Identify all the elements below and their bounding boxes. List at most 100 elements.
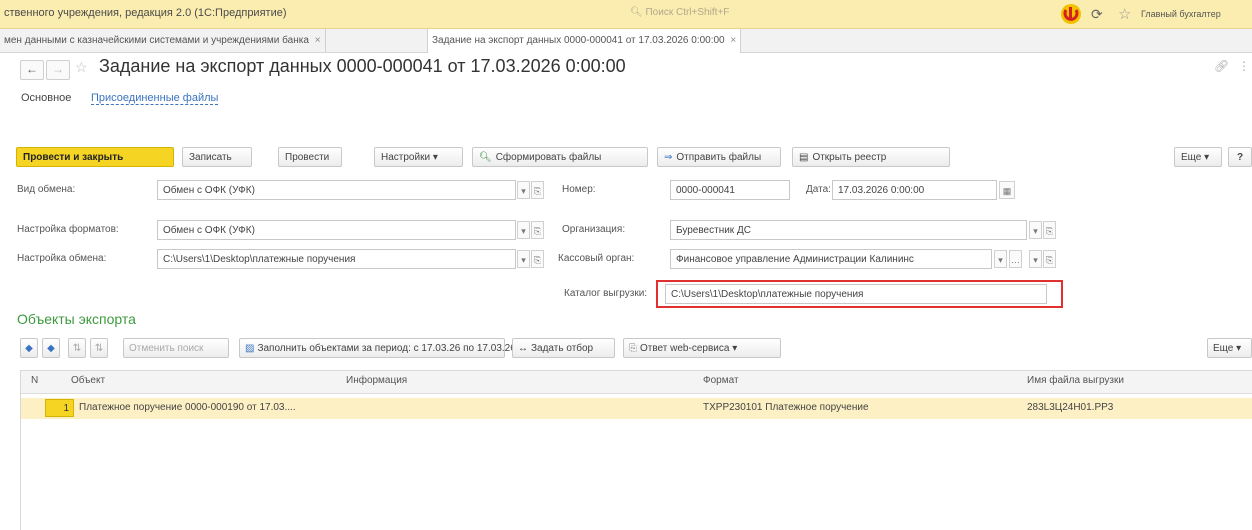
1c-logo-icon [1061, 4, 1081, 24]
fill-icon: ▨ [245, 343, 255, 354]
subnav-attached-files[interactable]: Присоединенные файлы [91, 92, 219, 105]
cancel-search-button[interactable]: Отменить поиск [123, 338, 229, 358]
date-field[interactable]: 17.03.2026 0:00:00 [832, 180, 997, 200]
set-filter-label: Задать отбор [531, 343, 594, 354]
dropdown-arrow-icon[interactable]: ▾ [1029, 250, 1042, 268]
chevron-down-icon: ▾ [432, 152, 438, 163]
column-header-info[interactable]: Информация [346, 375, 407, 386]
organization-field[interactable]: Буревестник ДС [670, 220, 1027, 240]
highlight-frame [656, 280, 1063, 308]
search-placeholder: Поиск Ctrl+Shift+F [645, 7, 730, 18]
exchange-settings-field[interactable]: C:\Users\1\Desktop\платежные поручения [157, 249, 516, 269]
chevron-down-icon: ▾ [1236, 343, 1242, 354]
title-bar: ственного учреждения, редакция 2.0 (1С:П… [0, 0, 1252, 29]
number-label: Номер: [562, 184, 596, 195]
open-link-icon[interactable]: ⎘ [1043, 221, 1056, 239]
link-icon: ⎘ [629, 343, 637, 354]
filter-icon: ↔ [518, 343, 528, 354]
exchange-type-label: Вид обмена: [17, 184, 76, 195]
history-icon[interactable]: ⟳ [1091, 6, 1103, 23]
organization-label: Организация: [562, 224, 626, 235]
close-icon[interactable]: × [315, 35, 321, 46]
fill-period-button[interactable]: ▨ Заполнить объектами за период: с 17.03.… [239, 338, 516, 358]
close-icon[interactable]: × [730, 35, 736, 46]
open-link-icon[interactable]: ⎘ [1043, 250, 1056, 268]
number-field[interactable]: 0000-000041 [670, 180, 790, 200]
app-title: ственного учреждения, редакция 2.0 (1С:П… [4, 7, 287, 19]
open-link-icon[interactable]: ⎘ [531, 181, 544, 199]
exchange-type-field[interactable]: Обмен с ОФК (УФК) [157, 180, 516, 200]
registry-icon: ▤ [799, 152, 809, 163]
row-object: Платежное поручение 0000-000190 от 17.03… [79, 402, 296, 413]
sort-desc-icon[interactable]: ⇅ [90, 338, 108, 358]
calendar-icon[interactable]: ▦ [999, 181, 1015, 199]
row-filename: 283L3Ц24H01.PP3 [1027, 402, 1114, 413]
post-and-close-button[interactable]: Провести и закрыть [16, 147, 174, 167]
date-label: Дата: [806, 184, 831, 195]
table-row[interactable]: 1 Платежное поручение 0000-000190 от 17.… [21, 398, 1252, 419]
formats-label: Настройка форматов: [17, 224, 119, 235]
dropdown-arrow-icon[interactable]: ▾ [517, 221, 530, 239]
forward-button[interactable]: → [46, 60, 70, 80]
move-up-icon[interactable]: ◆ [20, 338, 38, 358]
tab-label: Задание на экспорт данных 0000-000041 от… [432, 35, 725, 46]
cash-authority-label: Кассовый орган: [558, 253, 635, 264]
more-vertical-icon[interactable]: ⋮ [1238, 59, 1250, 73]
current-user[interactable]: Главный бухгалтер [1141, 9, 1221, 19]
dropdown-arrow-icon[interactable]: ▾ [1029, 221, 1042, 239]
more-label: Еще [1181, 152, 1202, 163]
dropdown-arrow-icon[interactable]: ▾ [517, 181, 530, 199]
settings-label: Настройки [381, 152, 431, 163]
dropdown-arrow-icon[interactable]: ▾ [994, 250, 1007, 268]
open-link-icon[interactable]: ⎘ [531, 221, 544, 239]
open-link-icon[interactable]: ⎘ [531, 250, 544, 268]
send-icon: ⇒ [664, 152, 673, 163]
more-button[interactable]: Еще ▾ [1174, 147, 1222, 167]
objects-table[interactable]: N Объект Информация Формат Имя файла выг… [20, 370, 1252, 530]
generate-files-button[interactable]: 🔍︎ Сформировать файлы [472, 147, 648, 167]
link-icon[interactable]: 🔗︎ [1214, 59, 1229, 73]
chevron-down-icon: ▾ [732, 343, 738, 354]
column-header-object[interactable]: Объект [71, 375, 105, 386]
help-button[interactable]: ? [1228, 147, 1252, 167]
search-icon: 🔍︎ [479, 152, 492, 163]
select-ellipsis-icon[interactable]: … [1009, 250, 1022, 268]
cash-authority-field[interactable]: Финансовое управление Администрации Кали… [670, 249, 992, 269]
save-button[interactable]: Записать [182, 147, 252, 167]
favorites-icon[interactable]: ☆ [1118, 5, 1131, 23]
web-response-button[interactable]: ⎘ Ответ web-сервиса ▾ [623, 338, 781, 358]
more-label: Еще [1213, 343, 1234, 354]
page-title: Задание на экспорт данных 0000-000041 от… [99, 56, 626, 76]
settings-dropdown-button[interactable]: Настройки ▾ [374, 147, 463, 167]
subnav-main[interactable]: Основное [21, 92, 71, 104]
export-catalog-label: Каталог выгрузки: [564, 288, 648, 299]
column-header-filename[interactable]: Имя файла выгрузки [1027, 375, 1124, 386]
move-down-icon[interactable]: ◆ [42, 338, 60, 358]
tab-label: мен данными с казначейскими системами и … [4, 35, 309, 46]
objects-more-button[interactable]: Еще ▾ [1207, 338, 1252, 358]
tab-exchange[interactable]: мен данными с казначейскими системами и … [0, 29, 326, 52]
section-title: Объекты экспорта [17, 311, 136, 327]
generate-files-label: Сформировать файлы [495, 152, 602, 163]
open-registry-label: Открыть реестр [812, 152, 887, 163]
open-tabs-bar: мен данными с казначейскими системами и … [0, 29, 1252, 53]
open-registry-button[interactable]: ▤ Открыть реестр [792, 147, 950, 167]
column-header-n[interactable]: N [31, 375, 38, 386]
dropdown-arrow-icon[interactable]: ▾ [517, 250, 530, 268]
table-header: N Объект Информация Формат Имя файла выг… [21, 371, 1252, 394]
send-files-button[interactable]: ⇒ Отправить файлы [657, 147, 781, 167]
fill-period-label: Заполнить объектами за период: с 17.03.2… [257, 343, 516, 354]
favorite-star-icon[interactable]: ☆ [75, 59, 88, 76]
formats-field[interactable]: Обмен с ОФК (УФК) [157, 220, 516, 240]
column-header-format[interactable]: Формат [703, 375, 739, 386]
post-button[interactable]: Провести [278, 147, 342, 167]
sort-asc-icon[interactable]: ⇅ [68, 338, 86, 358]
web-response-label: Ответ web-сервиса [640, 343, 730, 354]
back-button[interactable]: ← [20, 60, 44, 80]
set-filter-button[interactable]: ↔ Задать отбор [512, 338, 615, 358]
global-search-input[interactable]: 🔍︎ Поиск Ctrl+Shift+F [630, 7, 729, 18]
tab-export-task[interactable]: Задание на экспорт данных 0000-000041 от… [427, 29, 742, 53]
row-format: TXPP230101 Платежное поручение [703, 402, 869, 413]
send-files-label: Отправить файлы [676, 152, 762, 163]
row-number: 1 [45, 399, 74, 417]
